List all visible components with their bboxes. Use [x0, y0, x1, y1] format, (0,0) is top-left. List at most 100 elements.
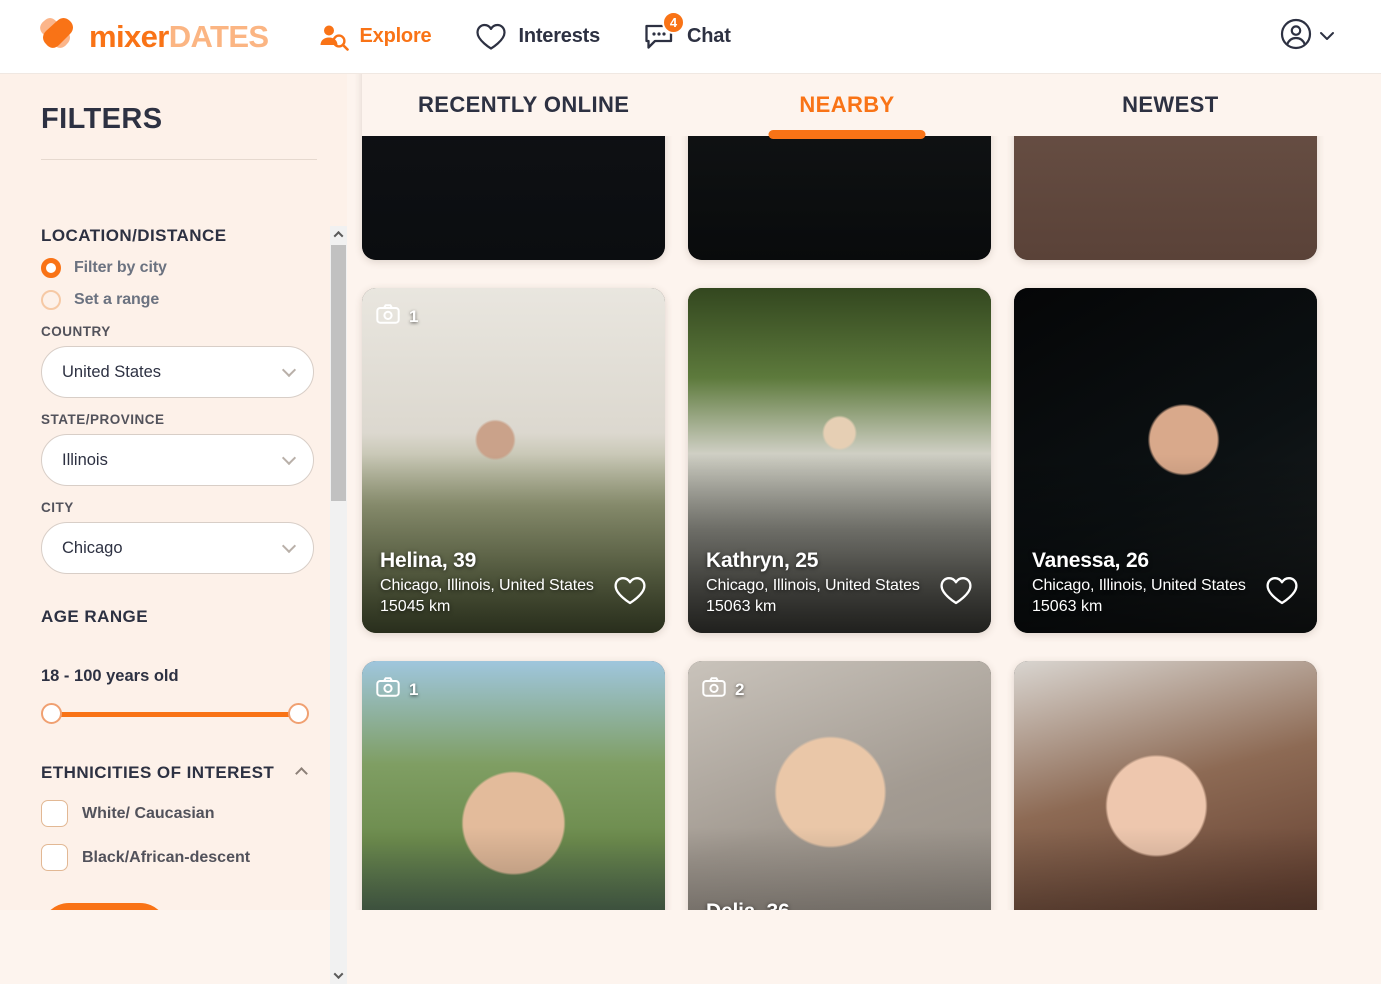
profile-name: Helina, 39: [380, 549, 477, 572]
sidebar-scrollbar[interactable]: [330, 226, 347, 984]
profile-distance: 15045 km: [380, 598, 451, 615]
state-select-value: Illinois: [62, 450, 108, 469]
photo-count-badge: 2: [702, 677, 744, 702]
checkbox-black-african-descent-control[interactable]: [41, 844, 68, 871]
search-button[interactable]: SEARCH: [41, 903, 168, 910]
chevron-up-icon[interactable]: [295, 766, 308, 780]
primary-nav-links: Explore Interests 4 Chat: [319, 10, 731, 51]
profile-info: Vanessa, 26 Chicago, Illinois, United St…: [1032, 549, 1246, 616]
tab-newest-label: NEWEST: [1122, 92, 1219, 117]
profile-location: Chicago, Illinois, United States: [380, 577, 594, 594]
profile-name: Kathryn, 25: [706, 549, 819, 572]
account-menu[interactable]: [1280, 18, 1335, 55]
age-range-slider[interactable]: [41, 703, 309, 725]
like-button[interactable]: [1265, 576, 1299, 611]
x-mark-logo-icon: [36, 16, 78, 58]
profile-grid: 1 Helina, 39 Chicago, Illinois, United S…: [362, 74, 1332, 910]
city-field-label: CITY: [41, 500, 74, 515]
profile-grid-scroll[interactable]: 1 Helina, 39 Chicago, Illinois, United S…: [347, 74, 1381, 910]
tab-active-indicator: [768, 130, 926, 139]
radio-filter-by-city-label: Filter by city: [74, 259, 167, 276]
like-button[interactable]: [613, 576, 647, 611]
age-range-value-text: 18 - 100 years old: [41, 667, 179, 685]
filter-actions: SEARCH RESET ALL: [41, 903, 347, 910]
filters-heading: FILTERS: [41, 103, 163, 135]
account-circle-icon: [1280, 18, 1312, 55]
age-range-section-title: AGE RANGE: [41, 607, 149, 626]
photo-count-value: 1: [409, 679, 419, 699]
age-range-slider-max-handle[interactable]: [288, 703, 309, 724]
tab-nearby[interactable]: NEARBY: [685, 74, 1008, 139]
sort-tabs: RECENTLY ONLINE NEARBY NEWEST: [362, 74, 1332, 139]
chat-unread-badge: 4: [662, 10, 686, 34]
profile-card[interactable]: Anna Smith, 31 Chicago, Illinois, United…: [1014, 661, 1317, 910]
ethnicities-section-title: ETHNICITIES OF INTEREST: [41, 763, 275, 782]
filters-sidebar: FILTERS LOCATION/DISTANCE Filter by city…: [0, 74, 347, 984]
city-select[interactable]: Chicago: [41, 522, 314, 574]
chevron-down-icon: [1319, 28, 1335, 46]
tab-recently-online[interactable]: RECENTLY ONLINE: [362, 74, 685, 136]
photo-count-badge: 1: [376, 304, 418, 329]
profile-card[interactable]: 1 Theresa, 49 Chicago, Illinois, United …: [362, 661, 665, 910]
profile-name: Delia, 36: [706, 900, 920, 910]
profile-info: Delia, 36 Active Chicago, Illinois, Unit…: [706, 900, 920, 910]
profile-name: Vanessa, 26: [1032, 549, 1149, 572]
filters-scroll-area[interactable]: LOCATION/DISTANCE Filter by city Set a r…: [0, 226, 347, 910]
scroll-down-arrow-icon[interactable]: [330, 967, 347, 984]
radio-set-a-range-control[interactable]: [41, 290, 61, 310]
chevron-down-icon: [281, 450, 297, 466]
sidebar-scrollbar-thumb[interactable]: [331, 245, 346, 501]
brand-name-primary: mixer: [89, 19, 169, 54]
tab-newest[interactable]: NEWEST: [1009, 74, 1332, 136]
profile-card[interactable]: Vanessa, 26 Chicago, Illinois, United St…: [1014, 288, 1317, 633]
nav-item-explore-label: Explore: [359, 25, 432, 47]
photo-scrim: [688, 826, 991, 910]
profile-card[interactable]: Kathryn, 25 Chicago, Illinois, United St…: [688, 288, 991, 633]
photo-count-badge: 1: [376, 677, 418, 702]
like-button[interactable]: [939, 576, 973, 611]
nav-item-chat[interactable]: 4 Chat: [644, 10, 731, 51]
nav-item-explore[interactable]: Explore: [319, 23, 432, 51]
camera-icon: [376, 304, 400, 329]
radio-set-a-range[interactable]: Set a range: [41, 290, 347, 310]
brand-name-secondary: DATES: [168, 19, 269, 54]
country-select-value: United States: [62, 362, 162, 381]
profile-info: Kathryn, 25 Chicago, Illinois, United St…: [706, 549, 920, 616]
country-field-label: COUNTRY: [41, 324, 111, 339]
radio-filter-by-city[interactable]: Filter by city: [41, 258, 347, 278]
chevron-down-icon: [281, 538, 297, 554]
nav-item-interests[interactable]: Interests: [475, 23, 600, 51]
age-range-slider-min-handle[interactable]: [41, 703, 62, 724]
photo-scrim: [1014, 826, 1317, 910]
profile-card[interactable]: 1 Helina, 39 Chicago, Illinois, United S…: [362, 288, 665, 633]
profile-card[interactable]: 2 Delia, 36 Active Chicago, Illinois, Un…: [688, 661, 991, 910]
top-navigation-bar: mixerDATES Explore Interests 4 Chat: [0, 0, 1381, 74]
profile-info: Helina, 39 Chicago, Illinois, United Sta…: [380, 549, 594, 616]
checkbox-white-caucasian-label: White/ Caucasian: [82, 804, 215, 822]
ethnicities-section-header[interactable]: ETHNICITIES OF INTEREST: [41, 763, 314, 783]
location-section-title: LOCATION/DISTANCE: [41, 226, 227, 245]
chat-bubble-icon: 4: [644, 10, 686, 51]
photo-scrim: [362, 826, 665, 910]
scroll-up-arrow-icon[interactable]: [330, 226, 347, 243]
photo-count-value: 1: [409, 306, 419, 326]
checkbox-black-african-descent[interactable]: Black/African-descent: [41, 844, 347, 871]
tab-recently-online-label: RECENTLY ONLINE: [417, 92, 630, 117]
state-field-label: STATE/PROVINCE: [41, 412, 165, 427]
radio-filter-by-city-control[interactable]: [41, 258, 61, 278]
brand-logo[interactable]: mixerDATES: [36, 16, 269, 58]
photo-count-value: 2: [735, 679, 745, 699]
country-select[interactable]: United States: [41, 346, 314, 398]
chevron-down-icon: [281, 362, 297, 378]
checkbox-white-caucasian[interactable]: White/ Caucasian: [41, 800, 347, 827]
nav-item-interests-label: Interests: [518, 25, 601, 47]
filters-divider: [41, 159, 317, 160]
checkbox-white-caucasian-control[interactable]: [41, 800, 68, 827]
person-search-icon: [319, 23, 349, 51]
camera-icon: [376, 677, 400, 702]
camera-icon: [702, 677, 726, 702]
profile-distance: 15063 km: [1032, 598, 1103, 615]
state-select[interactable]: Illinois: [41, 434, 314, 486]
nav-item-chat-label: Chat: [687, 25, 731, 47]
radio-set-a-range-label: Set a range: [74, 291, 160, 308]
